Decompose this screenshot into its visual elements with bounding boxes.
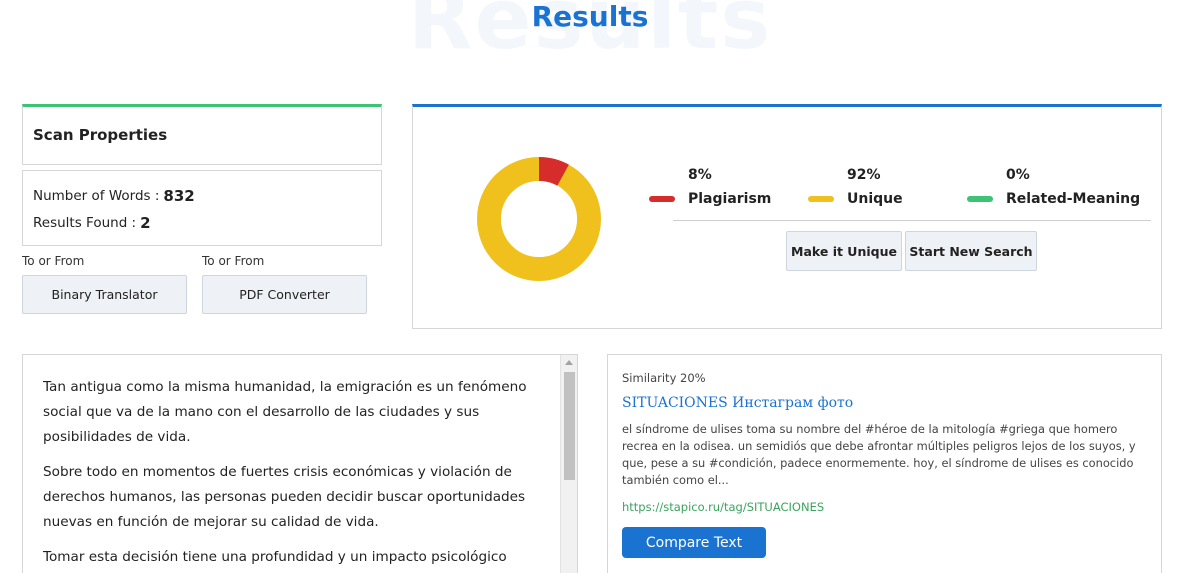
similarity-donut-chart (477, 157, 601, 281)
tool-label-pdf: To or From (202, 254, 265, 268)
plagiarism-percent: 8% (688, 167, 712, 183)
results-found-label: Results Found : (33, 214, 137, 231)
scanned-text-pane[interactable]: Tan antigua como la misma humanidad, la … (22, 354, 578, 573)
related-meaning-percent: 0% (1006, 167, 1030, 183)
unique-percent: 92% (847, 167, 881, 183)
word-count-value: 832 (163, 186, 195, 205)
unique-label: Unique (847, 191, 903, 207)
page-title: Results (531, 0, 649, 33)
plagiarism-label: Plagiarism (688, 191, 772, 207)
legend-divider (673, 220, 1151, 221)
scanned-text: Tan antigua como la misma humanidad, la … (43, 375, 543, 573)
results-found-value: 2 (140, 213, 151, 232)
legend-related-meaning: 0% Related-Meaning (967, 167, 1140, 207)
plagiarism-swatch (649, 196, 675, 202)
legend-unique: 92% Unique (808, 167, 903, 207)
similarity-percent: Similarity 20% (622, 371, 706, 385)
unique-swatch (808, 196, 834, 202)
compare-text-button[interactable]: Compare Text (622, 527, 766, 558)
text-paragraph: Sobre todo en momentos de fuertes crisis… (43, 464, 526, 530)
donut-hole (501, 181, 577, 257)
scan-properties-card: Scan Properties (22, 104, 382, 165)
related-meaning-label: Related-Meaning (1006, 191, 1141, 207)
text-scrollbar[interactable] (560, 355, 577, 573)
related-meaning-swatch (967, 196, 993, 202)
make-it-unique-button[interactable]: Make it Unique (786, 231, 902, 271)
legend-plagiarism: 8% Plagiarism (649, 167, 771, 207)
scan-properties-title: Scan Properties (33, 126, 168, 144)
results-found-row: Results Found : 2 (33, 209, 381, 236)
text-paragraph: Tomar esta decisión tiene una profundida… (43, 549, 507, 565)
scroll-up-arrow-icon[interactable] (565, 360, 573, 365)
source-url-link[interactable]: https://stapico.ru/tag/SITUACIONES (622, 500, 824, 514)
tool-label-binary: To or From (22, 254, 85, 268)
binary-translator-button[interactable]: Binary Translator (22, 275, 187, 314)
source-excerpt: el síndrome de ulises toma su nombre del… (622, 422, 1136, 487)
word-count-row: Number of Words : 832 (33, 182, 381, 209)
start-new-search-button[interactable]: Start New Search (905, 231, 1037, 271)
result-summary-card: 8% Plagiarism 92% Unique 0% Related-Mean… (412, 104, 1162, 329)
word-count-label: Number of Words : (33, 187, 160, 204)
pdf-converter-button[interactable]: PDF Converter (202, 275, 367, 314)
source-title-link[interactable]: SITUACIONES Инстаграм фото (622, 395, 853, 411)
scroll-thumb[interactable] (564, 372, 575, 480)
text-paragraph: Tan antigua como la misma humanidad, la … (43, 379, 527, 445)
source-match-card: Similarity 20% SITUACIONES Инстаграм фот… (607, 354, 1162, 573)
scan-stats-card: Number of Words : 832 Results Found : 2 (22, 170, 382, 246)
